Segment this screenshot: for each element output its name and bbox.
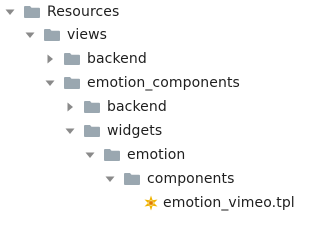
folder-icon <box>124 173 140 185</box>
tree-node-views-backend[interactable]: backend <box>44 47 147 71</box>
folder-icon <box>24 6 40 18</box>
tree-node-label: widgets <box>107 123 163 139</box>
folder-icon <box>44 29 60 41</box>
tree-node-label: emotion <box>127 147 186 163</box>
chevron-down-icon[interactable] <box>64 125 76 137</box>
tree-node-resources[interactable]: Resources <box>4 0 119 24</box>
tree-node-file-emotion-vimeo[interactable]: emotion_vimeo.tpl <box>143 191 295 215</box>
chevron-down-icon[interactable] <box>24 29 36 41</box>
tree-node-ec-backend[interactable]: backend <box>64 95 167 119</box>
tree-node-emotion-components[interactable]: emotion_components <box>44 71 240 95</box>
chevron-down-icon[interactable] <box>84 149 96 161</box>
tree-node-components[interactable]: components <box>104 167 235 191</box>
tree-node-label: backend <box>87 51 147 67</box>
folder-icon <box>84 125 100 137</box>
chevron-right-icon[interactable] <box>44 53 56 65</box>
tree-node-label: emotion_components <box>87 75 240 91</box>
tree-node-label: views <box>67 27 108 43</box>
chevron-down-icon[interactable] <box>104 173 116 185</box>
chevron-down-icon[interactable] <box>44 77 56 89</box>
tree-node-label: components <box>147 171 235 187</box>
tree-node-views[interactable]: views <box>24 23 107 47</box>
folder-icon <box>64 53 80 65</box>
folder-icon <box>64 77 80 89</box>
folder-icon <box>84 101 100 113</box>
chevron-right-icon[interactable] <box>64 101 76 113</box>
chevron-down-icon[interactable] <box>4 6 16 18</box>
tree-node-label: backend <box>107 99 167 115</box>
tree-node-label: emotion_vimeo.tpl <box>163 195 295 211</box>
tree-node-widgets[interactable]: widgets <box>64 119 162 143</box>
template-file-icon <box>143 195 159 211</box>
tree-node-label: Resources <box>47 4 120 20</box>
folder-icon <box>104 149 120 161</box>
tree-node-emotion[interactable]: emotion <box>84 143 185 167</box>
project-tree: Resources views backend emotion_componen… <box>0 0 296 218</box>
